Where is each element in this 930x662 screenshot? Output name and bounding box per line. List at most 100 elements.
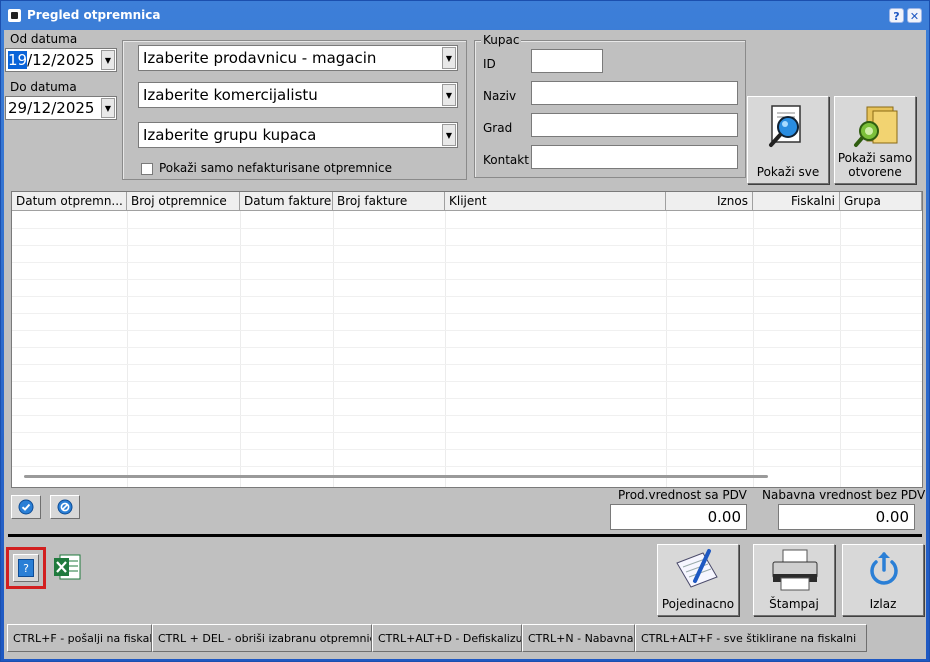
retail-value-label: Prod.vrednost sa PDV (618, 488, 747, 502)
row-divider (12, 313, 922, 314)
customer-city-label: Grad (483, 121, 513, 135)
customer-contact-label: Kontakt (483, 153, 529, 167)
shortcut-hint: CTRL+F - pošalji na fiskalni (7, 624, 152, 652)
row-divider (12, 398, 922, 399)
folder-search-icon (854, 106, 898, 147)
shortcut-hint: CTRL + DEL - obriši izabranu otpremnicu (152, 624, 372, 652)
help-button[interactable]: ? (13, 554, 39, 582)
to-date-label: Do datuma (10, 80, 77, 94)
single-label: Pojedinacno (661, 597, 735, 611)
power-icon (870, 552, 898, 585)
show-open-label-line1: Pokaži samo (837, 151, 913, 165)
print-button[interactable]: Štampaj (753, 544, 835, 616)
column-divider (666, 211, 667, 487)
column-header[interactable]: Datum otpremn... (12, 192, 127, 211)
customer-group-select-value: Izaberite grupu kupaca (143, 126, 317, 144)
exit-button[interactable]: Izlaz (842, 544, 924, 616)
window: Pregled otpremnica ? ✕ Od datuma 19/12/2… (0, 0, 930, 662)
excel-export-button[interactable] (52, 552, 82, 582)
from-date-day: 19 (8, 51, 28, 69)
store-select[interactable]: Izaberite prodavnicu - magacin ▼ (138, 45, 458, 71)
customer-group: Kupac ID Naziv Grad Kontakt (474, 33, 746, 178)
salesperson-select[interactable]: Izaberite komercijalistu ▼ (138, 82, 458, 108)
excel-icon (54, 554, 81, 580)
customer-id-input[interactable] (531, 49, 603, 73)
customer-name-label: Naziv (483, 89, 517, 103)
shipments-table[interactable]: Datum otpremn... Broj otpremnice Datum f… (11, 191, 923, 488)
row-divider (12, 364, 922, 365)
purchase-value-field: 0.00 (778, 504, 915, 530)
customer-id-label: ID (483, 57, 496, 71)
chevron-down-icon[interactable]: ▼ (101, 98, 115, 118)
from-date-picker[interactable]: 19/12/2025 ▼ (5, 48, 117, 72)
column-divider (445, 211, 446, 487)
app-icon (8, 9, 21, 22)
only-uninvoiced-checkbox[interactable] (141, 163, 153, 175)
cancel-icon (57, 499, 73, 515)
only-uninvoiced-label: Pokaži samo nefakturisane otpremnice (159, 161, 392, 175)
customer-group-select[interactable]: Izaberite grupu kupaca ▼ (138, 122, 458, 148)
to-date-picker[interactable]: 29/12/2025 ▼ (5, 96, 117, 120)
check-icon (18, 499, 34, 515)
column-header[interactable]: Broj fakture (333, 192, 445, 211)
column-header[interactable]: Fiskalni (753, 192, 840, 211)
deselect-all-button[interactable] (50, 495, 80, 519)
magnifier-document-icon (769, 105, 801, 147)
column-header[interactable]: Broj otpremnice (127, 192, 240, 211)
from-date-rest: /12/2025 (27, 51, 95, 69)
show-all-button[interactable]: Pokaži sve (747, 96, 829, 184)
column-divider (840, 211, 841, 487)
row-divider (12, 330, 922, 331)
printer-icon (772, 549, 818, 591)
chevron-down-icon[interactable]: ▼ (442, 84, 456, 106)
customer-group-title: Kupac (481, 33, 522, 47)
row-divider (12, 245, 922, 246)
chevron-down-icon[interactable]: ▼ (442, 124, 456, 146)
show-open-label: Pokaži samo otvorene (835, 151, 915, 179)
column-header[interactable]: Klijent (445, 192, 666, 211)
row-divider (12, 466, 922, 467)
table-header: Datum otpremn... Broj otpremnice Datum f… (12, 192, 922, 211)
column-divider (753, 211, 754, 487)
row-divider (12, 347, 922, 348)
row-divider (12, 449, 922, 450)
shortcut-hint: CTRL+N - Nabavna (522, 624, 635, 652)
row-divider (12, 228, 922, 229)
show-all-label: Pokaži sve (756, 165, 820, 179)
column-divider (240, 211, 241, 487)
show-open-button[interactable]: Pokaži samo otvorene (834, 96, 916, 184)
print-label: Štampaj (769, 597, 819, 611)
help-title-button[interactable]: ? (889, 8, 904, 23)
status-bar: CTRL+F - pošalji na fiskalni CTRL + DEL … (7, 624, 867, 652)
row-divider (12, 415, 922, 416)
column-header[interactable]: Iznos (666, 192, 753, 211)
chevron-down-icon[interactable]: ▼ (101, 50, 115, 70)
close-button[interactable]: ✕ (907, 8, 922, 23)
to-date-value: 29/12/2025 (8, 99, 95, 117)
store-select-value: Izaberite prodavnicu - magacin (143, 49, 377, 67)
customer-name-input[interactable] (531, 81, 738, 105)
salesperson-select-value: Izaberite komercijalistu (143, 86, 318, 104)
show-open-label-line2: otvorene (848, 165, 902, 179)
window-title: Pregled otpremnica (27, 8, 161, 22)
notepad-pen-icon (676, 549, 718, 588)
shortcut-hint: CTRL+ALT+F - sve štiklirane na fiskalni (635, 624, 867, 652)
customer-city-input[interactable] (531, 113, 738, 137)
row-divider (12, 262, 922, 263)
retail-value-field: 0.00 (610, 504, 747, 530)
chevron-down-icon[interactable]: ▼ (442, 47, 456, 69)
row-divider (12, 381, 922, 382)
customer-contact-input[interactable] (531, 145, 738, 169)
divider (8, 534, 922, 537)
horizontal-scrollbar[interactable] (24, 475, 768, 478)
title-bar[interactable]: Pregled otpremnica ? ✕ (1, 1, 929, 31)
client-area: Od datuma 19/12/2025 ▼ Do datuma 29/12/2… (4, 30, 926, 659)
shortcut-hint: CTRL+ALT+D - Defiskalizuj (372, 624, 522, 652)
column-header[interactable]: Datum fakture (240, 192, 333, 211)
select-all-button[interactable] (11, 495, 41, 519)
single-button[interactable]: Pojedinacno (657, 544, 739, 616)
row-divider (12, 432, 922, 433)
help-icon: ? (18, 559, 34, 577)
row-divider (12, 296, 922, 297)
column-header[interactable]: Grupa (840, 192, 922, 211)
